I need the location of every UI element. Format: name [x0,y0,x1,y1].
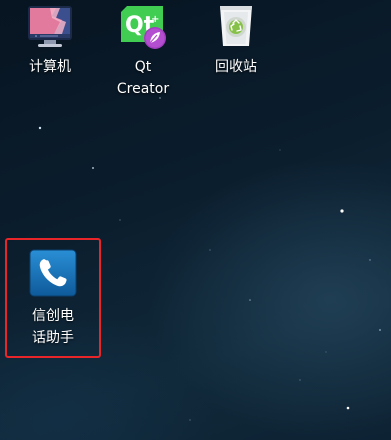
desktop-icon-recycle-bin[interactable]: 回收站 [196,2,276,78]
svg-text:+: + [151,14,159,25]
qt-creator-icon: Qt + [121,6,166,49]
label-line: 话助手 [32,330,74,346]
desktop-icon-computer[interactable]: 计算机 [10,2,90,78]
desktop-icon-label: 信创电 话助手 [29,305,77,349]
desktop-icon-label: Qt Creator [117,56,169,100]
label-line: 信创电 [32,308,74,324]
phone-handset-icon [29,249,77,297]
desktop[interactable]: 计算机 Qt + Qt Creator 回收站 信创电 话助手 [0,0,391,440]
label-line: Creator [116,81,170,97]
recycle-bin-icon [220,6,252,46]
computer-icon [28,6,72,47]
desktop-icon-phone-assistant[interactable]: 信创电 话助手 [5,238,101,358]
desktop-icon-label: 计算机 [29,59,71,75]
label-line: Qt [134,59,152,75]
desktop-icon-qt-creator[interactable]: Qt + Qt Creator [103,2,183,100]
desktop-icon-label: 回收站 [215,59,257,75]
